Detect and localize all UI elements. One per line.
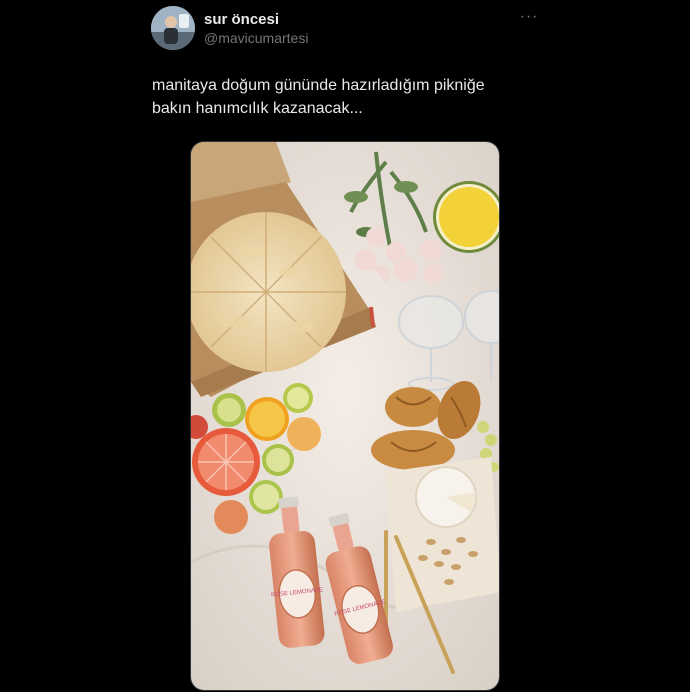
display-name[interactable]: sur öncesi <box>204 11 279 28</box>
picnic-photo: ROSE LEMONADE ROSE LEMONADE <box>191 142 499 690</box>
tweet-text-line: bakın hanımcılık kazanacak... <box>152 100 363 117</box>
more-options-button[interactable]: ··· <box>518 8 540 26</box>
tweet-photo[interactable]: ROSE LEMONADE ROSE LEMONADE <box>190 141 500 691</box>
tweet-text: manitaya doğum gününde hazırladığım pikn… <box>152 74 552 120</box>
tweet: sur öncesi @mavicumartesi ··· manitaya d… <box>0 0 690 692</box>
avatar[interactable] <box>151 6 195 50</box>
profile-photo <box>151 6 195 50</box>
more-horizontal-icon: ··· <box>519 8 539 25</box>
pizza <box>191 212 346 372</box>
tweet-text-line: manitaya doğum gününde hazırladığım pikn… <box>152 77 485 94</box>
cheese-board <box>386 457 499 612</box>
user-handle[interactable]: @mavicumartesi <box>204 30 308 46</box>
